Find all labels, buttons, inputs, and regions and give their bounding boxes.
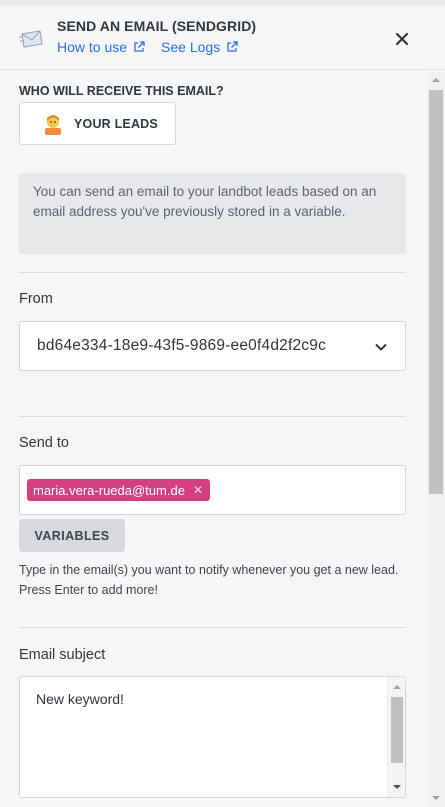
- panel-content: WHO WILL RECEIVE THIS EMAIL? YOUR LEADS …: [0, 71, 427, 807]
- external-link-icon: [227, 41, 238, 52]
- panel-scrollbar[interactable]: [427, 71, 445, 807]
- how-to-use-link[interactable]: How to use: [57, 39, 145, 55]
- leads-avatar-icon: [45, 114, 61, 135]
- scroll-up-arrow-icon[interactable]: [392, 682, 402, 692]
- send-to-help-text: Type in the email(s) you want to notify …: [19, 563, 399, 597]
- divider: [19, 416, 406, 417]
- your-leads-button[interactable]: YOUR LEADS: [19, 102, 176, 145]
- see-logs-label: See Logs: [161, 39, 221, 55]
- chevron-down-icon: [375, 343, 387, 351]
- recipients-label: WHO WILL RECEIVE THIS EMAIL?: [19, 84, 224, 98]
- email-subject-value: New keyword!: [36, 691, 124, 707]
- scroll-down-arrow-icon[interactable]: [392, 782, 402, 792]
- your-leads-label: YOUR LEADS: [74, 116, 158, 131]
- panel-scroll-thumb[interactable]: [429, 90, 443, 494]
- email-tag-value: maria.vera-rueda@tum.de: [33, 482, 185, 498]
- variables-button[interactable]: VARIABLES: [19, 519, 125, 552]
- textarea-scroll-thumb[interactable]: [391, 697, 403, 763]
- divider: [19, 272, 406, 273]
- page-title: SEND AN EMAIL (SENDGRID): [57, 18, 257, 34]
- external-link-icon: [134, 41, 145, 52]
- remove-tag-icon[interactable]: ✕: [193, 483, 203, 497]
- header-links: How to use See Logs: [57, 39, 238, 55]
- divider: [19, 627, 406, 628]
- email-tag: maria.vera-rueda@tum.de ✕: [27, 479, 210, 501]
- textarea-scrollbar[interactable]: [387, 677, 405, 797]
- from-selected-value: bd64e334-18e9-43f5-9869-ee0f4d2f2c9c: [37, 337, 327, 354]
- scroll-down-arrow-icon[interactable]: [431, 793, 441, 803]
- scroll-up-arrow-icon[interactable]: [431, 75, 441, 85]
- send-to-input[interactable]: maria.vera-rueda@tum.de ✕: [19, 465, 406, 515]
- close-icon[interactable]: [393, 30, 411, 48]
- envelope-icon: [19, 30, 43, 48]
- send-to-label: Send to: [19, 435, 69, 451]
- from-select[interactable]: bd64e334-18e9-43f5-9869-ee0f4d2f2c9c: [19, 321, 406, 371]
- email-subject-label: Email subject: [19, 647, 106, 663]
- email-subject-textarea[interactable]: New keyword!: [19, 676, 406, 798]
- info-box: You can send an email to your landbot le…: [19, 173, 406, 254]
- see-logs-link[interactable]: See Logs: [161, 39, 238, 55]
- how-to-use-label: How to use: [57, 39, 128, 55]
- panel-header: SEND AN EMAIL (SENDGRID) How to use See …: [0, 6, 445, 70]
- from-label: From: [19, 291, 53, 307]
